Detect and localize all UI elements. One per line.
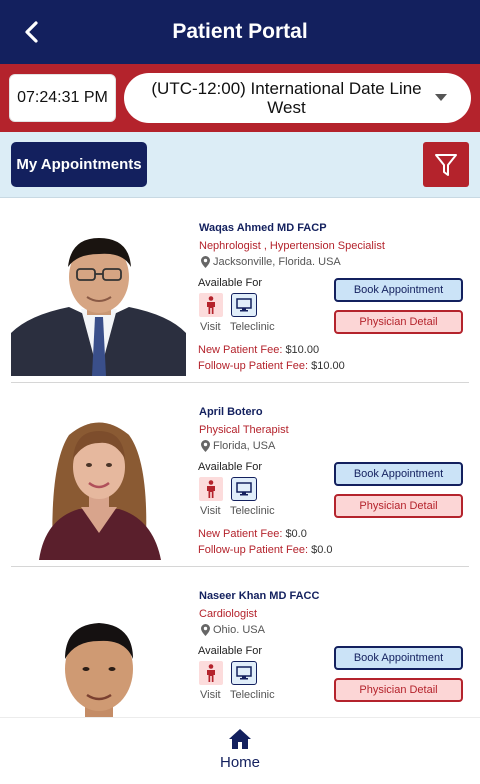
new-patient-fee: New Patient Fee: $10.00: [198, 344, 319, 356]
app-root: Patient Portal 07:24:31 PM (UTC-12:00) I…: [0, 0, 480, 784]
doctor-photo: [11, 405, 186, 560]
toolbar: My Appointments: [0, 132, 480, 198]
new-patient-fee-label: New Patient Fee:: [198, 528, 283, 540]
followup-patient-fee-value: $0.0: [311, 544, 333, 556]
location-pin-icon: [201, 256, 210, 268]
my-appointments-button[interactable]: My Appointments: [11, 142, 147, 187]
person-icon: [199, 477, 223, 501]
doctor-location-text: Ohio. USA: [213, 624, 265, 636]
teleclinic-label: Teleclinic: [230, 321, 275, 333]
timezone-select[interactable]: (UTC-12:00) International Date Line West: [124, 73, 471, 123]
doctor-specialty: Cardiologist: [199, 608, 258, 620]
monitor-icon: [231, 477, 257, 501]
doctor-name: Naseer Khan MD FACC: [199, 590, 320, 602]
available-for-label: Available For: [198, 645, 262, 657]
new-patient-fee-value: $0.0: [285, 528, 307, 540]
book-appointment-button[interactable]: Book Appointment: [334, 278, 463, 302]
physician-detail-button[interactable]: Physician Detail: [334, 678, 463, 702]
physician-detail-button[interactable]: Physician Detail: [334, 494, 463, 518]
available-for-label: Available For: [198, 461, 262, 473]
doctor-specialty: Nephrologist , Hypertension Specialist: [199, 240, 385, 252]
available-for-label: Available For: [198, 277, 262, 289]
new-patient-fee-label: New Patient Fee:: [198, 344, 283, 356]
visit-label: Visit: [200, 505, 221, 517]
new-patient-fee-value: $10.00: [285, 344, 320, 356]
book-appointment-button[interactable]: Book Appointment: [334, 462, 463, 486]
followup-patient-fee-label: Follow-up Patient Fee:: [198, 360, 309, 372]
app-header: Patient Portal: [0, 0, 480, 64]
doctor-location: Jacksonville, Florida. USA: [201, 256, 341, 268]
home-icon: [229, 729, 251, 749]
bottom-nav: Home: [0, 717, 480, 784]
teleclinic-label: Teleclinic: [230, 505, 275, 517]
new-patient-fee: New Patient Fee: $0.0: [198, 528, 307, 540]
physician-detail-button[interactable]: Physician Detail: [334, 310, 463, 334]
teleclinic-label: Teleclinic: [230, 689, 275, 701]
doctor-name: Waqas Ahmed MD FACP: [199, 222, 327, 234]
person-icon: [199, 661, 223, 685]
followup-patient-fee: Follow-up Patient Fee: $0.0: [198, 544, 333, 556]
doctor-card: April Botero Physical Therapist Florida,…: [0, 383, 480, 567]
followup-patient-fee-value: $10.00: [311, 360, 345, 372]
doctor-photo: [11, 589, 186, 717]
page-title: Patient Portal: [172, 20, 308, 43]
nav-home-label: Home: [219, 754, 260, 771]
book-appointment-button[interactable]: Book Appointment: [334, 646, 463, 670]
nav-home[interactable]: Home: [200, 728, 280, 778]
filter-icon: [435, 153, 457, 176]
person-icon: [199, 293, 223, 317]
doctor-location-text: Jacksonville, Florida. USA: [213, 256, 341, 268]
timezone-bar: 07:24:31 PM (UTC-12:00) International Da…: [0, 64, 480, 132]
filter-button[interactable]: [423, 142, 469, 187]
doctor-location-text: Florida, USA: [213, 440, 276, 452]
chevron-down-icon: [435, 94, 447, 101]
location-pin-icon: [201, 440, 210, 452]
monitor-icon: [231, 293, 257, 317]
doctor-location: Ohio. USA: [201, 624, 265, 636]
doctor-list: Waqas Ahmed MD FACP Nephrologist , Hyper…: [0, 199, 480, 717]
back-arrow-icon[interactable]: [18, 18, 46, 46]
visit-label: Visit: [200, 689, 221, 701]
doctor-name: April Botero: [199, 406, 263, 418]
doctor-location: Florida, USA: [201, 440, 275, 452]
visit-label: Visit: [200, 321, 221, 333]
doctor-photo: [11, 221, 186, 376]
doctor-card: Naseer Khan MD FACC Cardiologist Ohio. U…: [0, 567, 480, 717]
timezone-value: (UTC-12:00) International Date Line West: [151, 79, 422, 117]
current-time: 07:24:31 PM: [9, 74, 116, 122]
doctor-card: Waqas Ahmed MD FACP Nephrologist , Hyper…: [0, 199, 480, 383]
followup-patient-fee-label: Follow-up Patient Fee:: [198, 544, 309, 556]
doctor-specialty: Physical Therapist: [199, 424, 289, 436]
location-pin-icon: [201, 624, 210, 636]
monitor-icon: [231, 661, 257, 685]
followup-patient-fee: Follow-up Patient Fee: $10.00: [198, 360, 345, 372]
